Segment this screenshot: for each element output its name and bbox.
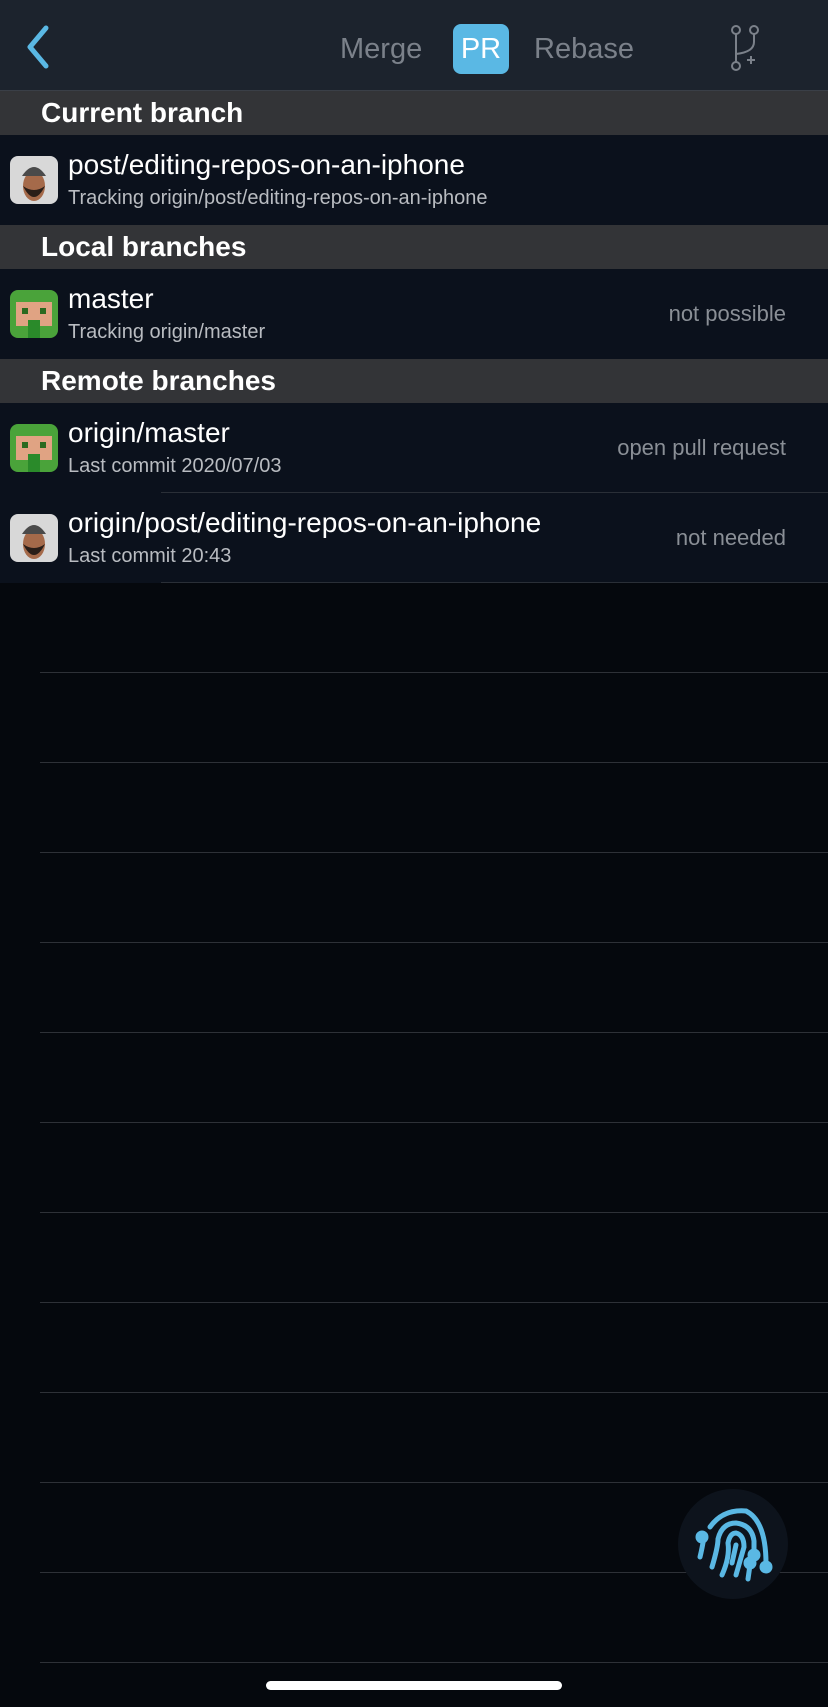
empty-row-divider: [40, 1032, 828, 1033]
segment-rebase[interactable]: Rebase: [534, 24, 634, 74]
section-header-current: Current branch: [0, 91, 828, 135]
branch-status: not needed: [675, 525, 786, 550]
empty-row-divider: [40, 942, 828, 943]
branch-row-current[interactable]: post/editing-repos-on-an-iphone Tracking…: [0, 135, 828, 225]
empty-row-divider: [40, 1122, 828, 1123]
avatar-pixel-icon: [10, 424, 58, 472]
branch-tracking: Tracking origin/post/editing-repos-on-an…: [68, 187, 488, 209]
last-commit: Last commit 2020/07/03: [68, 455, 282, 477]
branch-status: not possible: [668, 301, 786, 326]
segment-pr[interactable]: PR: [453, 24, 509, 74]
home-indicator[interactable]: [266, 1681, 562, 1690]
empty-row-divider: [40, 672, 828, 673]
last-commit: Last commit 20:43: [68, 545, 232, 567]
fingerprint-icon: [695, 1508, 773, 1582]
row-divider: [161, 582, 828, 583]
branch-name: origin/master: [68, 417, 230, 448]
branch-row-master[interactable]: master Tracking origin/master not possib…: [0, 269, 828, 359]
segment-merge[interactable]: Merge: [340, 24, 422, 74]
empty-row-divider: [40, 1662, 828, 1663]
empty-row-divider: [40, 1392, 828, 1393]
branch-row-origin-master[interactable]: origin/master Last commit 2020/07/03 ope…: [0, 403, 828, 493]
branch-name: master: [68, 283, 154, 314]
section-header-local: Local branches: [0, 225, 828, 269]
empty-row-divider: [40, 1212, 828, 1213]
branch-tracking: Tracking origin/master: [68, 321, 266, 343]
branch-name: origin/post/editing-repos-on-an-iphone: [68, 507, 542, 538]
branch-row-origin-post[interactable]: origin/post/editing-repos-on-an-iphone L…: [0, 493, 828, 583]
nav-bar: Merge PR Rebase: [0, 0, 828, 91]
section-header-remote: Remote branches: [0, 359, 828, 403]
avatar-memoji-icon: [10, 156, 58, 204]
empty-row-divider: [40, 1482, 828, 1483]
branch-name: post/editing-repos-on-an-iphone: [68, 149, 465, 180]
empty-row-divider: [40, 1302, 828, 1303]
branch-status[interactable]: open pull request: [617, 435, 786, 461]
new-branch-icon[interactable]: [728, 24, 768, 72]
avatar-pixel-icon: [10, 290, 58, 338]
fingerprint-button[interactable]: [678, 1489, 788, 1599]
empty-row-divider: [40, 852, 828, 853]
back-chevron-icon[interactable]: [22, 24, 54, 70]
empty-row-divider: [40, 762, 828, 763]
avatar-memoji-icon: [10, 514, 58, 562]
